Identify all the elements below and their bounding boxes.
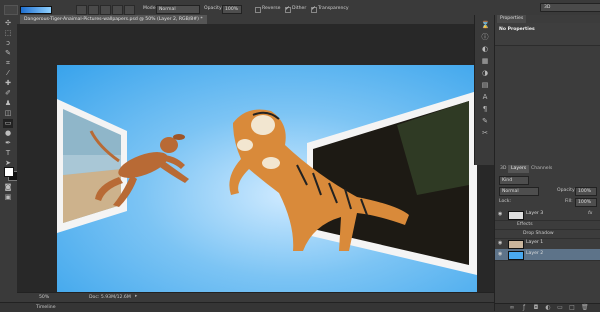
angle-gradient-button[interactable] (100, 5, 111, 15)
panel-icon-strip: ⌛ ⓘ ◐ ▦ ◑ ▤ A ¶ ✎ ✂ (474, 15, 495, 165)
clone-stamp-icon[interactable]: ♟ (3, 99, 13, 108)
lasso-tool-icon[interactable]: ↄ (3, 39, 13, 48)
layers-opacity-field[interactable]: 100% (575, 187, 597, 196)
layer-row-selected[interactable]: ◉ Layer 2 (495, 249, 600, 261)
reverse-checkbox[interactable] (255, 7, 261, 13)
link-layers-icon[interactable]: ∞ (509, 305, 515, 311)
drop-shadow-label: Drop Shadow (523, 231, 554, 236)
radial-gradient-button[interactable] (88, 5, 99, 15)
adjustment-layer-icon[interactable]: ◐ (545, 305, 551, 311)
screen-mode-icon[interactable]: ▣ (3, 193, 13, 202)
document-canvas[interactable] (57, 65, 477, 301)
new-group-icon[interactable]: ▭ (557, 305, 563, 311)
layers-opacity-label: Opacity: (557, 188, 576, 193)
lock-label: Lock: (499, 199, 512, 204)
dodge-tool-icon[interactable]: ● (3, 129, 13, 138)
layer-name: Layer 2 (526, 251, 544, 256)
fill-field[interactable]: 100% (575, 198, 597, 207)
fill-label: Fill: (565, 199, 573, 204)
artwork (57, 91, 477, 275)
quick-mask-icon[interactable]: ◙ (3, 183, 13, 192)
left-photo-frame (57, 99, 127, 233)
layer-thumbnail (508, 240, 524, 249)
character-icon[interactable]: A (481, 93, 489, 101)
transparency-checkbox[interactable] (311, 5, 317, 13)
info-icon[interactable]: ⓘ (481, 33, 489, 41)
visibility-eye-icon[interactable]: ◉ (498, 212, 503, 217)
linear-gradient-button[interactable] (76, 5, 87, 15)
status-arrow-icon[interactable]: ▸ (135, 294, 137, 299)
tab-channels[interactable]: Channels (528, 165, 555, 173)
opacity-label: Opacity: (204, 6, 223, 11)
color-icon[interactable]: ◐ (481, 45, 489, 53)
move-tool-icon[interactable]: ✣ (3, 19, 13, 28)
pen-tool-icon[interactable]: ✒ (3, 139, 13, 148)
mode-label: Mode: (143, 6, 158, 11)
paragraph-icon[interactable]: ¶ (481, 105, 489, 113)
quick-select-tool-icon[interactable]: ✎ (3, 49, 13, 58)
canvas-area[interactable] (17, 24, 494, 301)
delete-layer-icon[interactable]: 🗑 (581, 305, 589, 311)
transparency-label: Transparency (318, 6, 349, 11)
blend-mode-select[interactable]: Normal (499, 187, 539, 196)
reflected-gradient-button[interactable] (112, 5, 123, 15)
properties-header: No Properties (495, 23, 600, 46)
zoom-level[interactable]: 50% (39, 295, 49, 300)
tools-panel: ✣ ⬚ ↄ ✎ ⌗ ⁄ ✚ ✐ ♟ ◫ ▭ ● ✒ T ➤ ◙ ▣ (0, 15, 18, 302)
filter-kind-select[interactable]: Kind (499, 176, 529, 185)
tool-presets-icon[interactable]: ✂ (481, 129, 489, 137)
layer-thumbnail (508, 211, 524, 220)
fx-badge[interactable]: fx (588, 211, 592, 216)
swatches-icon[interactable]: ▦ (481, 57, 489, 65)
foreground-color-swatch[interactable] (4, 167, 14, 177)
no-properties-text: No Properties (499, 27, 535, 32)
mode-select[interactable]: Normal (156, 5, 200, 14)
properties-panel: Properties No Properties (494, 15, 600, 165)
layer-name: Layer 3 (526, 211, 544, 216)
marquee-tool-icon[interactable]: ⬚ (3, 29, 13, 38)
brush-tool-icon[interactable]: ✐ (3, 89, 13, 98)
crop-tool-icon[interactable]: ⌗ (3, 59, 13, 68)
gradient-tool-icon[interactable]: ▭ (3, 119, 13, 128)
eyedropper-tool-icon[interactable]: ⁄ (3, 69, 13, 78)
effects-label: Effects (517, 222, 533, 227)
layer-thumbnail (508, 251, 524, 260)
layer-name: Layer 1 (526, 240, 544, 245)
dither-checkbox[interactable] (285, 5, 291, 13)
tab-layers[interactable]: Layers (508, 165, 530, 173)
timeline-label[interactable]: Timeline (36, 305, 56, 310)
eraser-tool-icon[interactable]: ◫ (3, 109, 13, 118)
document-tab[interactable]: Dangerous-Tiger-Anaimal-Pictures-wallpap… (20, 15, 207, 24)
gradient-swatch[interactable] (20, 6, 52, 14)
doc-size: Doc: 5.93M/12.6M (89, 295, 131, 300)
visibility-eye-icon[interactable]: ◉ (498, 241, 503, 246)
type-tool-icon[interactable]: T (3, 149, 13, 158)
add-style-icon[interactable]: ƒ (521, 305, 527, 311)
adjustments-icon[interactable]: ◑ (481, 69, 489, 77)
layers-panel: 3D Layers Channels Kind Normal Opacity: … (494, 165, 600, 312)
opacity-field[interactable]: 100% (222, 5, 242, 14)
workspace-select[interactable]: 3D (540, 3, 600, 12)
brush-panel-icon[interactable]: ✎ (481, 117, 489, 125)
add-mask-icon[interactable]: ◘ (533, 305, 539, 311)
gradient-tool-preset[interactable] (4, 5, 18, 15)
dither-label: Dither (292, 6, 307, 11)
properties-tab[interactable]: Properties (497, 15, 527, 23)
styles-icon[interactable]: ▤ (481, 81, 489, 89)
diamond-gradient-button[interactable] (124, 5, 135, 15)
new-layer-icon[interactable]: □ (569, 305, 575, 311)
healing-brush-icon[interactable]: ✚ (3, 79, 13, 88)
history-icon[interactable]: ⌛ (481, 21, 490, 29)
visibility-eye-icon[interactable]: ◉ (498, 252, 503, 257)
reverse-label: Reverse (262, 6, 281, 11)
